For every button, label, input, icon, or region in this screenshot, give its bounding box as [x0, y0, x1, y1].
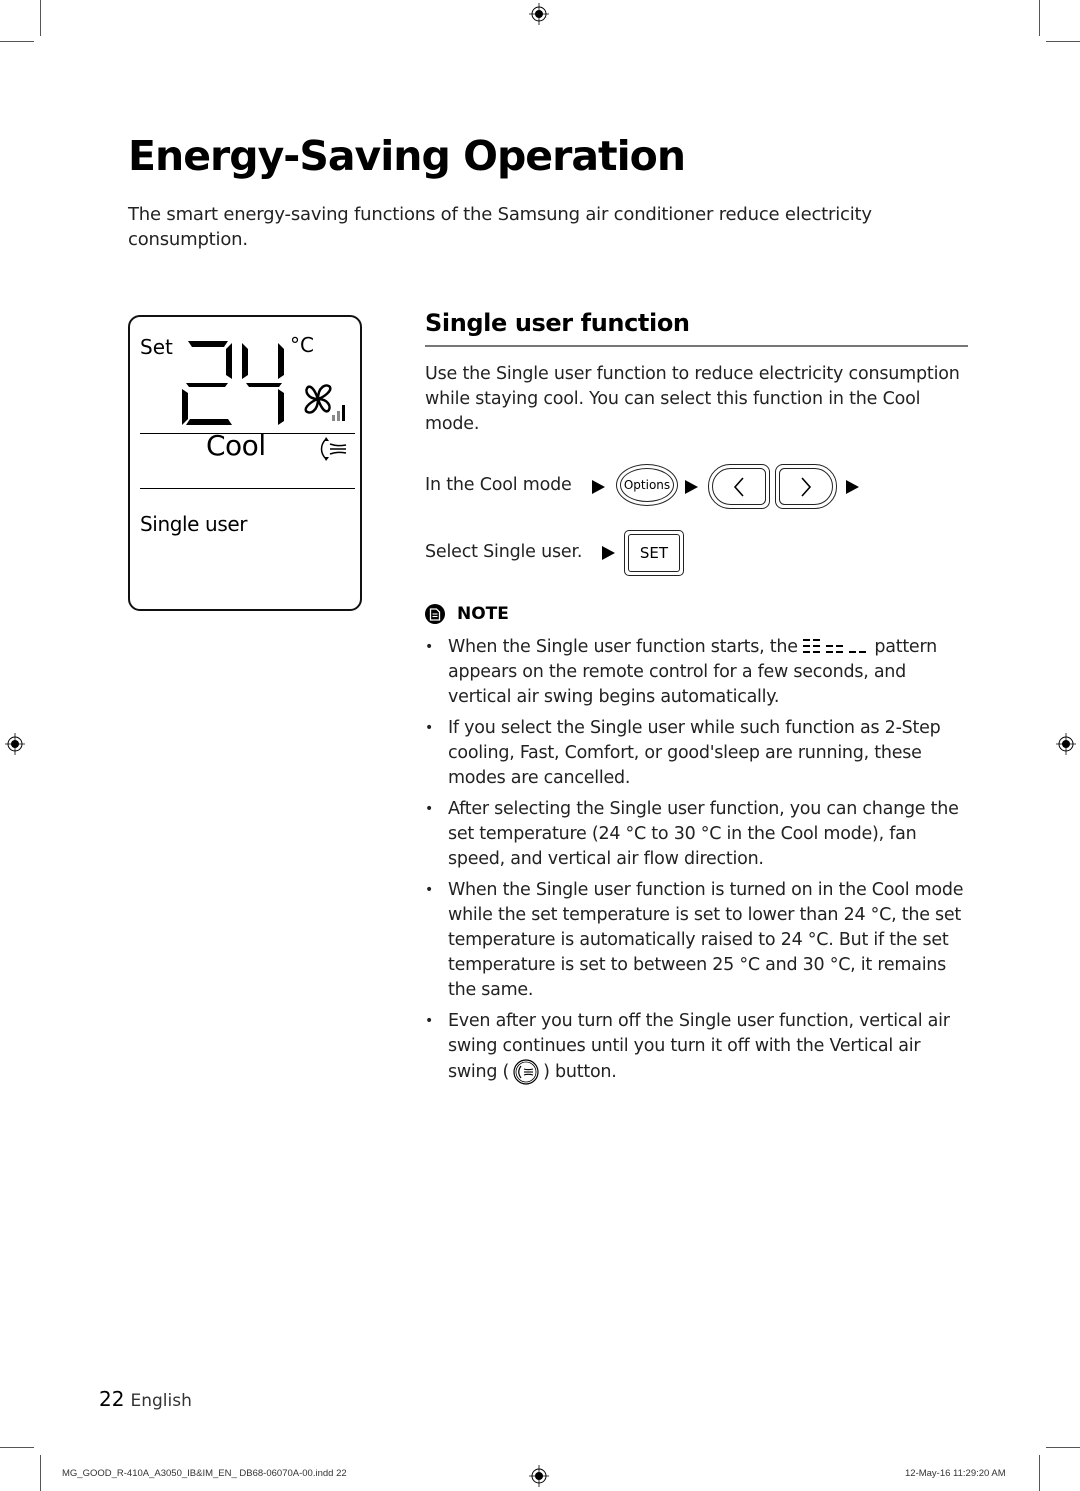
crop-mark [0, 41, 34, 42]
note-item: When the Single user function is turned … [425, 878, 970, 1003]
display-function: Single user [140, 512, 248, 536]
section-divider [425, 345, 968, 347]
page-title: Energy-Saving Operation [128, 132, 686, 180]
arrow-icon [602, 546, 615, 560]
arrow-icon [592, 480, 605, 494]
fan-icon [304, 384, 345, 421]
display-unit: °C [290, 333, 314, 357]
registration-mark-icon [5, 733, 25, 755]
left-button[interactable] [708, 464, 770, 509]
note-header: NOTE [425, 604, 509, 624]
page-number: 22 [99, 1387, 125, 1411]
registration-mark-icon [529, 3, 549, 25]
display-mode: Cool [206, 429, 266, 462]
note-item: When the Single user function starts, th… [425, 635, 970, 710]
section-description: Use the Single user function to reduce e… [425, 364, 960, 434]
print-slug-date: 12-May-16 11:29:20 AM [905, 1468, 1006, 1479]
right-button[interactable] [775, 464, 837, 509]
registration-mark-icon [529, 1465, 549, 1487]
arrow-icon [846, 480, 859, 494]
crop-mark [1046, 1447, 1080, 1448]
vertical-air-swing-button-icon [513, 1059, 539, 1085]
note-item-text: ) button. [543, 1062, 617, 1082]
set-button[interactable]: SET [624, 530, 684, 576]
remote-display-illustration: Set °C Cool Single user [128, 315, 362, 611]
intro-paragraph: The smart energy-saving functions of the… [128, 204, 872, 250]
chevron-left-icon [733, 476, 744, 497]
print-slug-file: MG_GOOD_R-410A_A3050_IB&IM_EN_ DB68-0607… [62, 1468, 347, 1479]
chevron-right-icon [801, 476, 812, 497]
page-footer: 22 English [99, 1387, 192, 1411]
note-list: When the Single user function starts, th… [425, 635, 970, 1091]
crop-mark [1039, 0, 1040, 36]
note-document-icon [425, 604, 445, 624]
crop-mark [1039, 1455, 1040, 1491]
options-button[interactable]: Options [616, 464, 678, 506]
note-item: Even after you turn off the Single user … [425, 1009, 970, 1085]
crop-mark [40, 1455, 41, 1491]
crop-mark [0, 1447, 34, 1448]
display-divider [140, 488, 355, 489]
note-item-text: When the Single user function starts, th… [448, 637, 798, 657]
vertical-air-swing-icon [320, 437, 347, 461]
display-set-label: Set [140, 335, 173, 359]
note-item: After selecting the Single user function… [425, 797, 970, 872]
step-2-label: Select Single user. [425, 542, 583, 562]
display-temperature-digits [182, 341, 284, 425]
options-button-label: Options [623, 478, 671, 492]
display-pattern-icon [803, 639, 867, 653]
step-1-label: In the Cool mode [425, 475, 572, 495]
page-language: English [130, 1391, 192, 1411]
registration-mark-icon [1056, 733, 1076, 755]
note-item: If you select the Single user while such… [425, 716, 970, 791]
section-title: Single user function [425, 309, 690, 337]
note-label: NOTE [457, 604, 509, 624]
arrow-icon [685, 480, 698, 494]
crop-mark [1046, 41, 1080, 42]
set-button-label: SET [639, 544, 669, 562]
crop-mark [40, 0, 41, 36]
